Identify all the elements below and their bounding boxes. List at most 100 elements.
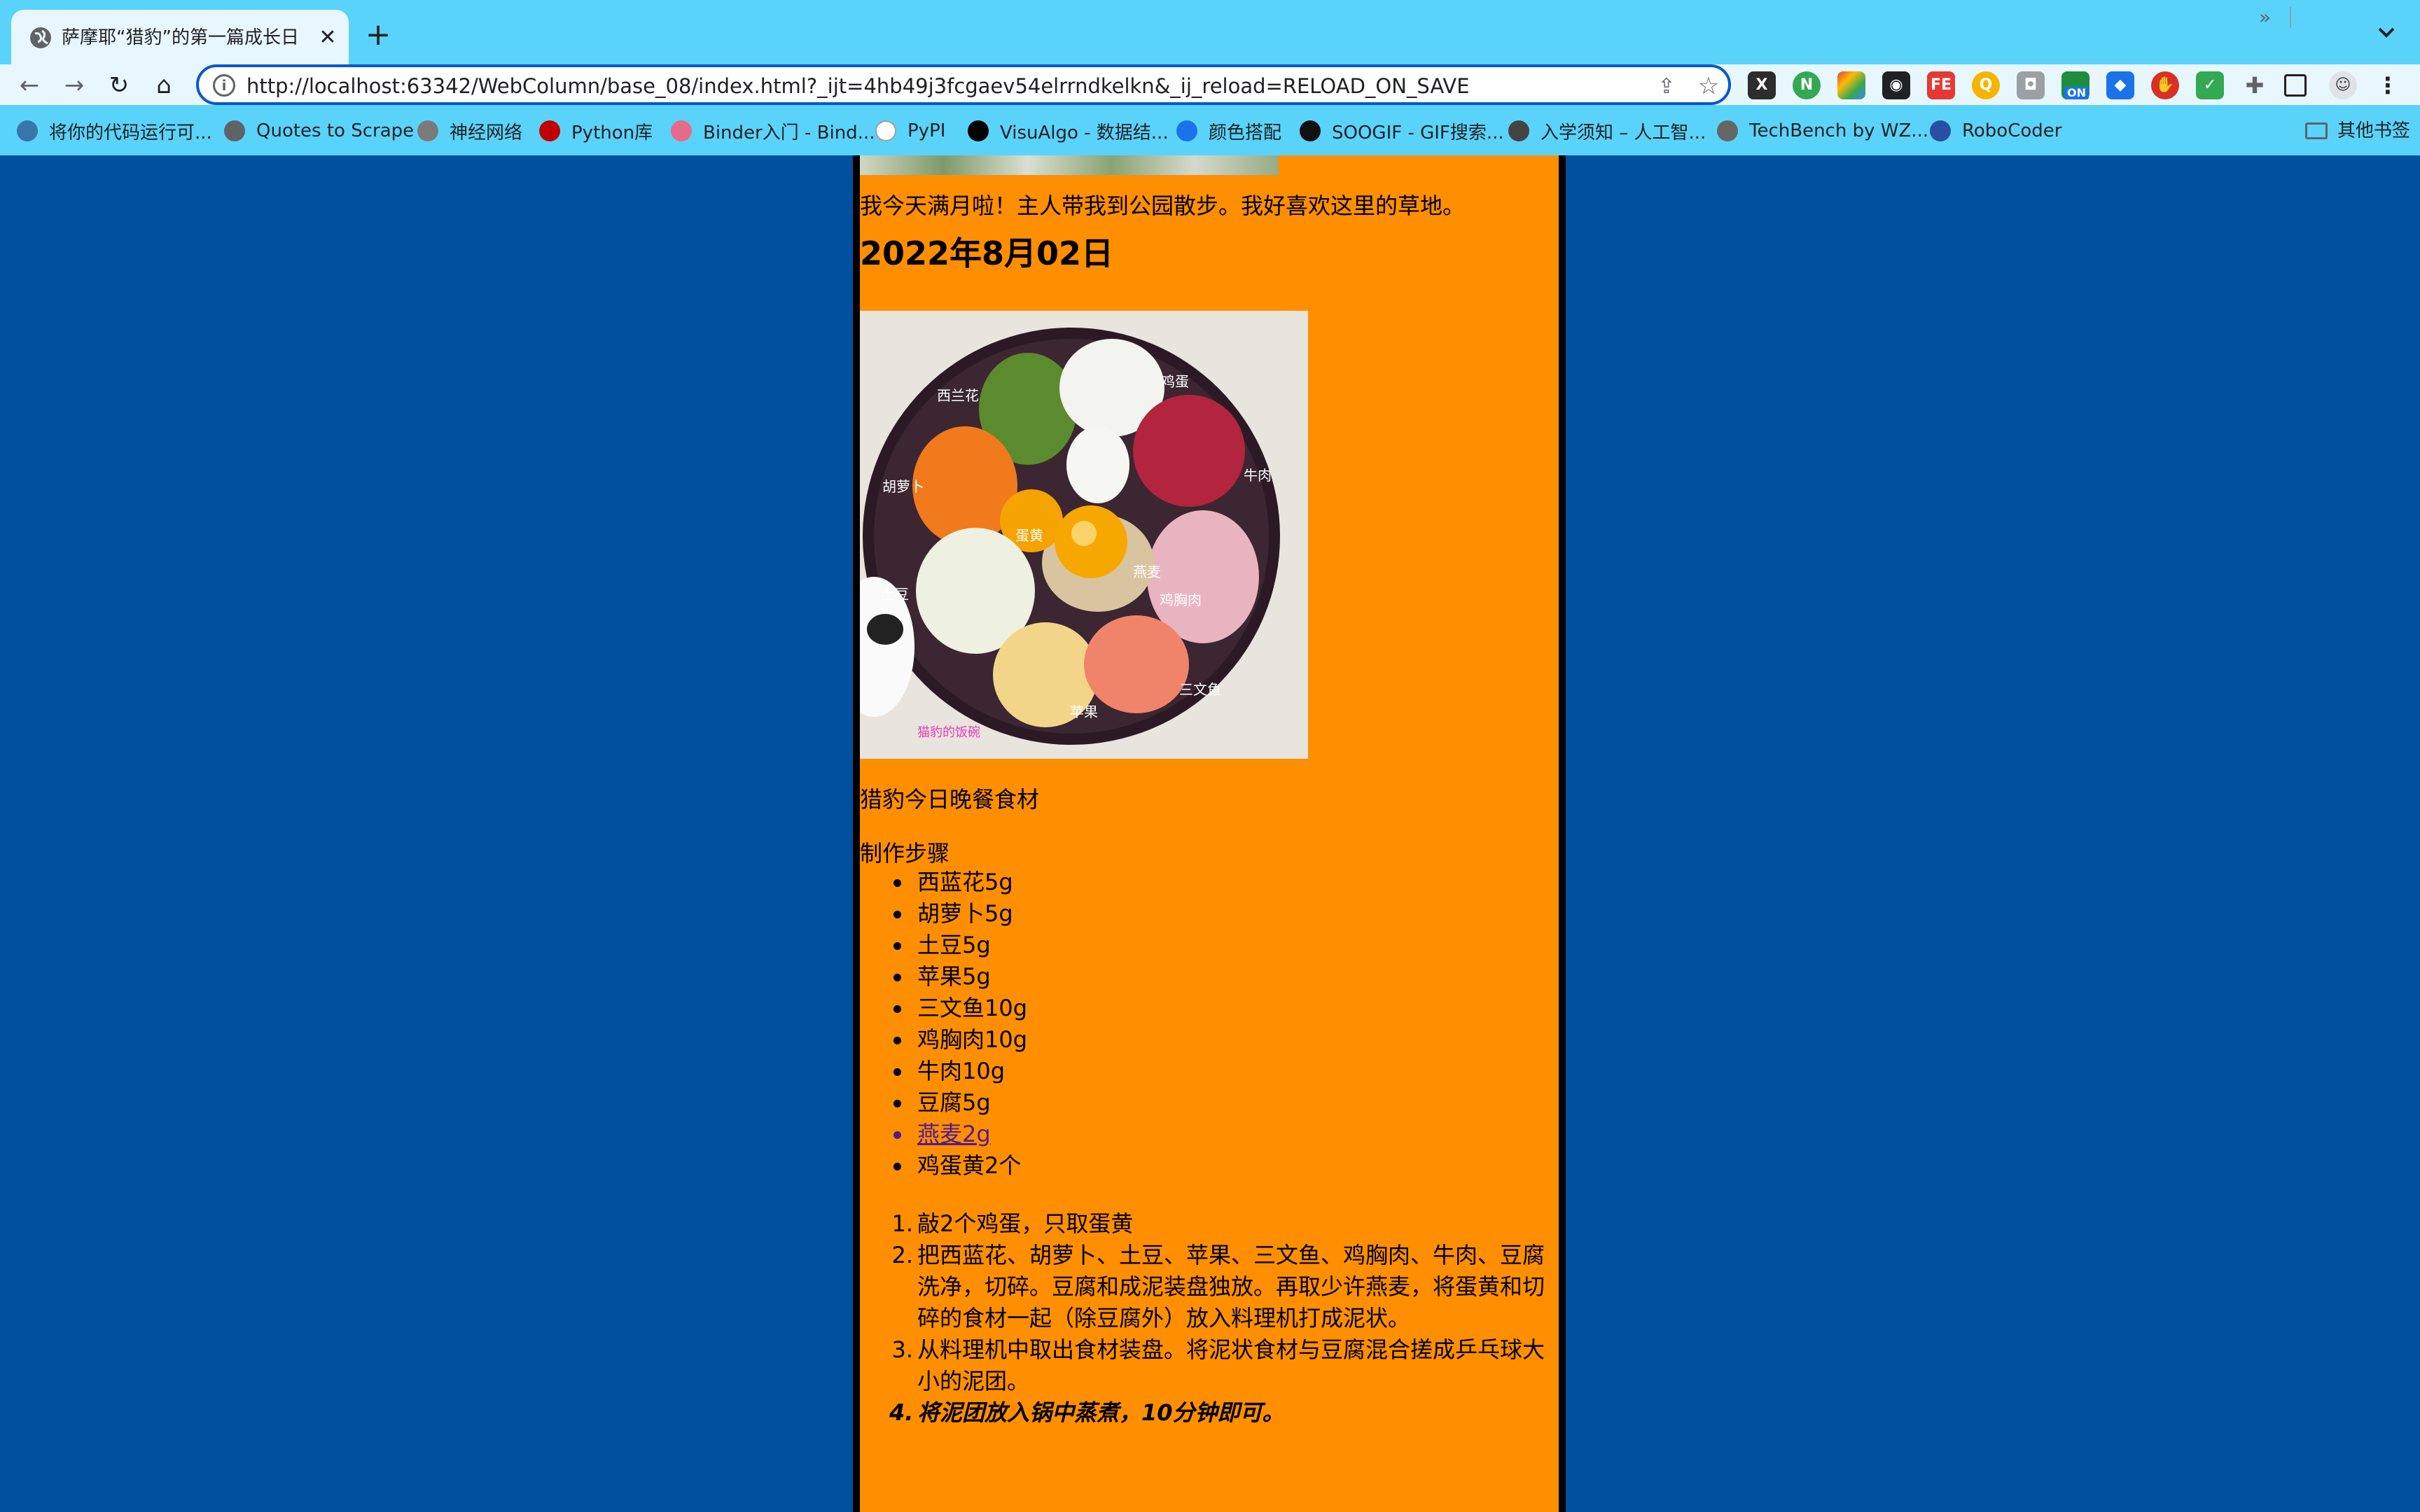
bookmark-favicon-icon (417, 120, 438, 141)
forward-button[interactable]: → (57, 69, 91, 102)
profile-avatar[interactable]: ☺ (2329, 71, 2357, 99)
image-label-potato: 土豆 (881, 586, 909, 603)
shield-check-icon[interactable]: ✓ (2196, 71, 2224, 99)
extension-q-icon[interactable]: Q (1972, 71, 2000, 99)
step-item: 4. 将泥团放入锅中蒸煮，10分钟即可。 (889, 1397, 1548, 1429)
reload-button[interactable]: ↻ (102, 69, 136, 102)
bookmark-favicon-icon (1930, 120, 1951, 141)
extension-bird-icon[interactable]: ◆ (2106, 71, 2134, 99)
bookmark-favicon-icon (671, 120, 692, 141)
image-label-egg: 鸡蛋 (1161, 373, 1189, 390)
image-label-apple: 苹果 (1070, 704, 1098, 720)
ingredient-link[interactable]: 燕麦2g (893, 1119, 1548, 1150)
diary-content-column: 我今天满月啦！主人带我到公园散步。我好喜欢这里的草地。 2022年8月02日 西… (853, 155, 1566, 1512)
bookmark-label: VisuAlgo - 数据结... (1000, 122, 1169, 144)
intro-paragraph: 我今天满月啦！主人带我到公园散步。我好喜欢这里的草地。 (860, 192, 1466, 219)
bookmark-item[interactable]: SOOGIF - GIF搜索... (1300, 116, 1504, 146)
url-text[interactable]: http://localhost:63342/WebColumn/base_08… (246, 73, 1619, 99)
bookmark-item[interactable]: 颜色搭配 (1176, 116, 1281, 146)
info-icon[interactable]: i (213, 74, 235, 97)
step-text: 把西蓝花、胡萝卜、土豆、苹果、三文鱼、鸡胸肉、牛肉、豆腐洗净，切碎。豆腐和成泥装… (917, 1242, 1545, 1331)
address-bar[interactable]: i http://localhost:63342/WebColumn/base_… (196, 64, 1731, 105)
page-viewport: 我今天满月啦！主人带我到公园散步。我好喜欢这里的草地。 2022年8月02日 西… (0, 155, 2420, 1512)
bookmark-favicon-icon (224, 120, 245, 141)
bookmark-item[interactable]: Python库 (539, 116, 653, 146)
bookmark-label: Binder入门 - Bind... (703, 122, 875, 144)
bookmark-label: RoboCoder (1962, 120, 2062, 141)
list-item: 鸡胸肉10g (893, 1024, 1548, 1056)
bookmark-favicon-icon (539, 120, 560, 141)
bookmark-favicon-icon (17, 120, 38, 141)
puzzle-extensions-icon[interactable]: ✚ (2241, 71, 2269, 99)
step-text: 敲2个鸡蛋，只取蛋黄 (917, 1210, 1134, 1237)
image-label-salmon: 三文鱼 (1179, 681, 1221, 698)
bookmark-item[interactable]: TechBench by WZ... (1717, 116, 1928, 146)
tab-strip: 萨摩耶“猎豹”的第一篇成长日记 ✕ + (0, 0, 2420, 64)
bookmark-favicon-icon (1176, 120, 1197, 141)
step-item: 2. 把西蓝花、胡萝卜、土豆、苹果、三文鱼、鸡胸肉、牛肉、豆腐洗净，切碎。豆腐和成… (891, 1240, 1548, 1334)
bookmark-item[interactable]: 将你的代码运行可... (17, 116, 212, 146)
extension-on-icon[interactable]: ON (2061, 71, 2089, 99)
close-tab-icon[interactable]: ✕ (314, 24, 342, 52)
step-item: 3. 从料理机中取出食材装盘。将泥状食材与豆腐混合搓成乒乓球大小的泥团。 (891, 1334, 1548, 1397)
list-item: 三文鱼10g (893, 993, 1548, 1024)
list-item: 苹果5g (893, 961, 1548, 993)
image-label-oats: 燕麦 (1133, 564, 1161, 580)
home-button[interactable]: ⌂ (147, 69, 181, 102)
extension-n-icon[interactable]: N (1793, 71, 1821, 99)
image-label-carrot: 胡萝卜 (882, 478, 924, 495)
browser-toolbar: ← → ↻ ⌂ i http://localhost:63342/WebColu… (0, 64, 2420, 105)
extension-fe-icon[interactable]: FE (1927, 71, 1955, 99)
date-heading: 2022年8月02日 (860, 234, 1114, 272)
folder-icon (2305, 122, 2328, 139)
browser-tab[interactable]: 萨摩耶“猎豹”的第一篇成长日记 ✕ (11, 10, 349, 64)
bookmark-label: 将你的代码运行可... (49, 122, 212, 144)
bookmark-favicon-icon (968, 120, 989, 141)
extension-glasses-icon[interactable]: ◉ (1882, 71, 1910, 99)
bookmark-item[interactable]: Quotes to Scrape (224, 116, 414, 146)
extension-adblock-icon[interactable]: ✋ (2151, 71, 2179, 99)
bookmark-label: PyPI (908, 120, 946, 141)
step-number: 1. (891, 1210, 913, 1237)
bookmark-favicon-icon (1717, 120, 1738, 141)
steps-title: 制作步骤 (860, 840, 950, 867)
bookmarks-overflow-icon[interactable]: » (2259, 6, 2280, 29)
bookmark-label: 颜色搭配 (1209, 122, 1282, 144)
extension-palette-icon[interactable] (1837, 71, 1865, 99)
bookmark-item[interactable]: RoboCoder (1930, 116, 2061, 146)
bookmark-item[interactable]: VisuAlgo - 数据结... (968, 116, 1169, 146)
bookmark-item[interactable]: 神经网络 (417, 116, 522, 146)
back-button[interactable]: ← (13, 69, 46, 102)
bookmark-item[interactable]: 入学须知 – 人工智... (1508, 116, 1706, 146)
bookmark-favicon-icon (875, 120, 896, 141)
list-item: 西蓝花5g (893, 867, 1548, 898)
bookmark-star-icon[interactable]: ☆ (1695, 71, 1723, 101)
step-number: 2. (891, 1242, 913, 1268)
tab-title: 萨摩耶“猎豹”的第一篇成长日记 (62, 27, 300, 48)
browser-chrome: 萨摩耶“猎豹”的第一篇成长日记 ✕ + ← → ↻ ⌂ i http://loc… (0, 0, 2420, 155)
park-grass-photo (860, 155, 1279, 175)
list-item: 鸡蛋黄2个 (893, 1150, 1548, 1182)
other-bookmarks[interactable]: 其他书签 (2337, 119, 2410, 143)
side-panel-icon[interactable] (2284, 74, 2307, 97)
share-icon[interactable]: ⇪ (1653, 73, 1681, 101)
image-watermark: 猫豹的饭碗 (917, 725, 980, 740)
bookmark-item[interactable]: Binder入门 - Bind... (671, 116, 875, 146)
step-item: 1. 敲2个鸡蛋，只取蛋黄 (891, 1208, 1548, 1240)
bookmark-label: Quotes to Scrape (256, 120, 415, 141)
more-menu-icon[interactable]: ⋮ (2374, 71, 2402, 99)
list-item: 豆腐5g (893, 1087, 1548, 1119)
image-caption: 猎豹今日晚餐食材 (860, 786, 1040, 813)
new-tab-button[interactable]: + (359, 17, 398, 53)
bookmark-label: 神经网络 (450, 122, 523, 144)
image-label-broccoli: 西兰花 (937, 387, 979, 404)
bookmark-label: 入学须知 – 人工智... (1541, 122, 1706, 144)
step-text: 从料理机中取出食材装盘。将泥状食材与豆腐混合搓成乒乓球大小的泥团。 (917, 1336, 1545, 1394)
image-label-yolk: 蛋黄 (1015, 527, 1043, 544)
extension-x-icon[interactable]: X (1748, 71, 1776, 99)
steps-list: 1. 敲2个鸡蛋，只取蛋黄 2. 把西蓝花、胡萝卜、土豆、苹果、三文鱼、鸡胸肉、牛肉、… (889, 1208, 1548, 1429)
image-label-beef: 牛肉 (1244, 467, 1272, 484)
chevron-down-icon[interactable] (2371, 17, 2402, 48)
bookmark-item[interactable]: PyPI (875, 116, 945, 146)
camera-extension-icon[interactable]: ◘ (2017, 71, 2045, 99)
